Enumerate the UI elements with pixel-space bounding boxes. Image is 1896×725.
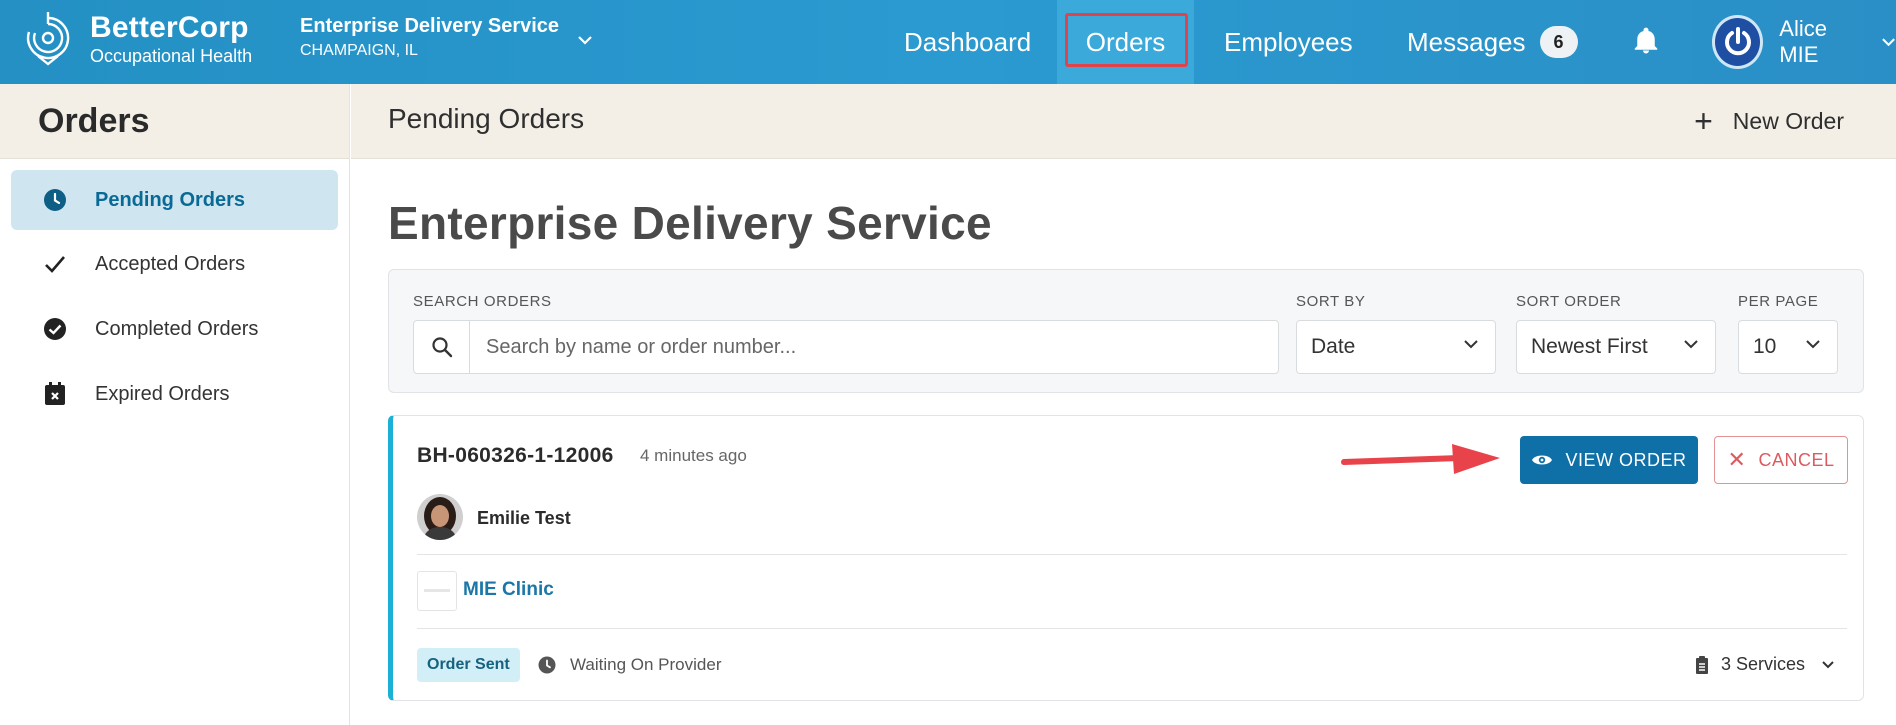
person-avatar <box>417 494 463 540</box>
order-card: BH-060326-1-12006 4 minutes ago VIEW ORD… <box>388 415 1864 701</box>
check-icon <box>33 252 77 276</box>
calendar-x-icon <box>33 382 77 406</box>
nav-orders[interactable]: Orders <box>1057 0 1194 84</box>
highlight-box <box>1065 13 1188 67</box>
sidebar-item-accepted-orders[interactable]: Accepted Orders <box>11 234 338 294</box>
plus-icon: + <box>1694 103 1713 139</box>
sort-by-value: Date <box>1311 335 1356 358</box>
search-label: SEARCH ORDERS <box>413 293 552 310</box>
sort-order-select[interactable]: Newest First <box>1516 320 1716 374</box>
services-count: 3 Services <box>1720 654 1805 674</box>
clock-icon <box>33 188 77 212</box>
power-icon <box>1724 27 1751 56</box>
waiting-status: Waiting On Provider <box>538 655 721 675</box>
check-circle-icon <box>33 317 77 341</box>
view-order-label: VIEW ORDER <box>1565 449 1687 470</box>
clock-icon <box>538 656 556 674</box>
chevron-down-icon <box>1464 340 1478 349</box>
top-navigation-bar: BetterCorp Occupational Health Enterpris… <box>0 0 1896 84</box>
brand-subtitle: Occupational Health <box>90 46 253 66</box>
divider <box>417 628 1847 629</box>
sidebar: Orders Pending Orders Accepted Orders Co… <box>0 84 350 725</box>
per-page-select[interactable]: 10 <box>1738 320 1838 374</box>
sidebar-item-label: Completed Orders <box>95 317 259 340</box>
search-box <box>413 320 1279 374</box>
nav-employees[interactable]: Employees <box>1224 0 1353 84</box>
brand-name: BetterCorp <box>90 11 249 44</box>
nav-dashboard[interactable]: Dashboard <box>904 0 1031 84</box>
messages-count-badge: 6 <box>1539 26 1578 58</box>
user-name: Alice MIE <box>1779 16 1827 67</box>
sort-by-select[interactable]: Date <box>1296 320 1496 374</box>
sort-order-value: Newest First <box>1531 335 1648 358</box>
clipboard-list-icon <box>1695 655 1708 674</box>
sidebar-item-label: Expired Orders <box>95 382 230 405</box>
user-menu[interactable]: Alice MIE <box>1712 12 1896 72</box>
sidebar-item-label: Pending Orders <box>95 188 246 211</box>
sort-order-label: SORT ORDER <box>1516 293 1622 310</box>
per-page-label: PER PAGE <box>1738 293 1819 310</box>
order-number: BH-060326-1-12006 <box>417 444 614 467</box>
sort-by-label: SORT BY <box>1296 293 1366 310</box>
section-title: Pending Orders <box>388 103 585 134</box>
new-order-button[interactable]: + New Order <box>1694 98 1844 144</box>
sidebar-item-expired-orders[interactable]: Expired Orders <box>11 364 338 424</box>
eye-icon <box>1532 455 1553 465</box>
per-page-value: 10 <box>1753 335 1777 358</box>
sidebar-item-completed-orders[interactable]: Completed Orders <box>11 299 338 359</box>
services-toggle[interactable]: 3 Services <box>1695 654 1835 675</box>
company-info: Enterprise Delivery Service CHAMPAIGN, I… <box>300 14 559 62</box>
close-icon: ✕ <box>1727 447 1747 472</box>
filters-panel: SEARCH ORDERS SORT BY Date SORT ORDER Ne… <box>388 269 1864 393</box>
chevron-down-icon <box>1882 38 1895 47</box>
company-name: Enterprise Delivery Service <box>300 15 560 37</box>
chevron-down-icon <box>1822 661 1834 669</box>
company-switcher[interactable]: Enterprise Delivery Service CHAMPAIGN, I… <box>300 14 593 62</box>
annotation-arrow-icon <box>1341 444 1500 474</box>
sidebar-title: Orders <box>38 101 150 140</box>
cancel-label: CANCEL <box>1758 449 1835 470</box>
brand-text: BetterCorp Occupational Health <box>90 13 252 67</box>
view-order-button[interactable]: VIEW ORDER <box>1520 436 1698 484</box>
order-time: 4 minutes ago <box>640 446 747 465</box>
main-header: Pending Orders + New Order <box>351 84 1896 159</box>
cancel-order-button[interactable]: ✕ CANCEL <box>1714 436 1848 484</box>
clinic-logo <box>417 571 457 611</box>
nav-messages[interactable]: Messages 6 <box>1407 0 1578 84</box>
chevron-down-icon <box>1806 340 1820 349</box>
chevron-down-icon <box>578 36 592 45</box>
page-title: Enterprise Delivery Service <box>388 197 992 249</box>
sidebar-item-label: Accepted Orders <box>95 252 246 275</box>
bell-icon[interactable] <box>1631 26 1661 56</box>
search-input[interactable] <box>470 321 1278 373</box>
search-icon <box>414 321 470 373</box>
divider <box>417 554 1847 555</box>
clinic-link[interactable]: MIE Clinic <box>463 579 554 601</box>
nav-messages-label: Messages <box>1407 26 1526 57</box>
sidebar-header: Orders <box>0 84 349 159</box>
sidebar-item-pending-orders[interactable]: Pending Orders <box>11 170 338 230</box>
waiting-text: Waiting On Provider <box>570 655 722 674</box>
user-avatar <box>1712 15 1764 69</box>
person-name: Emilie Test <box>477 508 571 528</box>
status-badge: Order Sent <box>417 648 520 682</box>
new-order-label: New Order <box>1732 107 1844 134</box>
bettercorp-logo-icon <box>26 12 70 66</box>
chevron-down-icon <box>1684 340 1698 349</box>
brand[interactable]: BetterCorp Occupational Health <box>26 12 252 68</box>
company-location: CHAMPAIGN, IL <box>300 42 418 59</box>
